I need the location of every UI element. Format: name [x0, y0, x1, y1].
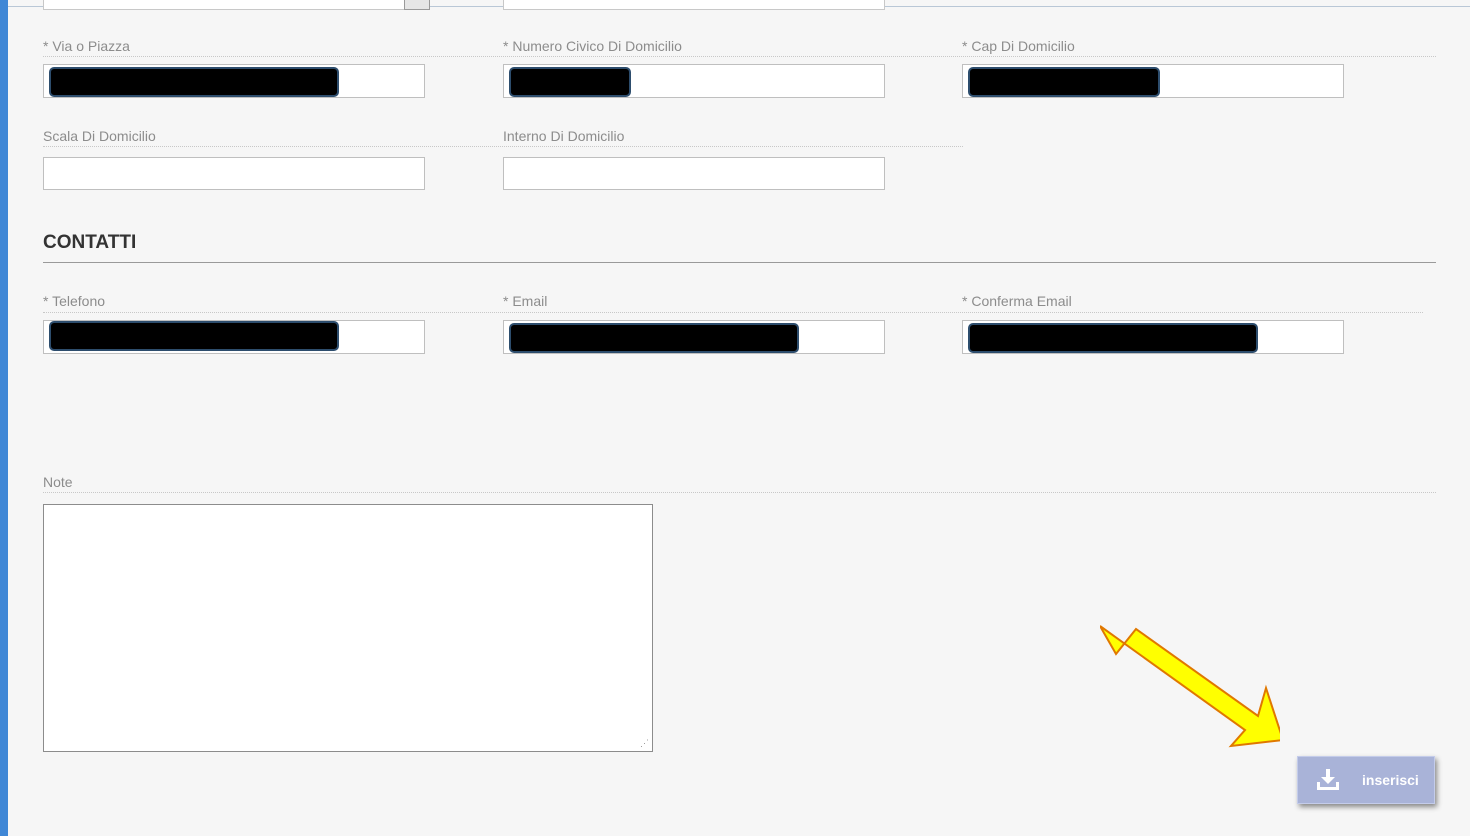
telefono-label: * Telefono: [43, 293, 106, 309]
redaction-block: [509, 67, 631, 97]
email-input[interactable]: [503, 320, 885, 354]
row2-divider: [43, 146, 963, 147]
contatti-section-title: CONTATTI: [43, 232, 137, 253]
interno-input[interactable]: [503, 157, 885, 190]
scala-label: Scala Di Domicilio: [43, 128, 156, 144]
clipped-field-middle[interactable]: [503, 0, 885, 10]
download-icon: [1314, 766, 1342, 794]
clipped-field-left[interactable]: [43, 0, 405, 10]
resize-grip-icon[interactable]: ⋰: [640, 738, 649, 749]
interno-label: Interno Di Domicilio: [503, 128, 625, 144]
annotation-arrow-icon: [1100, 625, 1280, 748]
left-accent-bar: [0, 0, 8, 836]
redaction-block: [968, 67, 1160, 97]
conferma-email-input[interactable]: [962, 320, 1344, 354]
note-divider: [43, 492, 1436, 493]
contacts-divider: [43, 312, 1423, 313]
via-label: * Via o Piazza: [43, 38, 130, 54]
scala-input[interactable]: [43, 157, 425, 190]
conferma-email-label: * Conferma Email: [962, 293, 1072, 309]
note-textarea[interactable]: ⋰: [43, 504, 653, 752]
inserisci-button[interactable]: inserisci: [1297, 756, 1435, 804]
redaction-block: [49, 67, 339, 97]
redaction-block: [49, 321, 339, 351]
note-label: Note: [43, 474, 73, 490]
numero-civico-label: * Numero Civico Di Domicilio: [503, 38, 682, 54]
cap-label: * Cap Di Domicilio: [962, 38, 1075, 54]
row1-divider: [43, 56, 1436, 57]
cap-input[interactable]: [962, 64, 1344, 98]
redaction-block: [968, 323, 1258, 353]
email-label: * Email: [503, 293, 548, 309]
clipped-picker-button[interactable]: [404, 0, 430, 10]
redaction-block: [509, 323, 799, 353]
via-input[interactable]: [43, 64, 425, 98]
numero-civico-input[interactable]: [503, 64, 885, 98]
telefono-input[interactable]: [43, 320, 425, 354]
inserisci-label: inserisci: [1362, 772, 1419, 788]
section-rule: [43, 262, 1436, 263]
